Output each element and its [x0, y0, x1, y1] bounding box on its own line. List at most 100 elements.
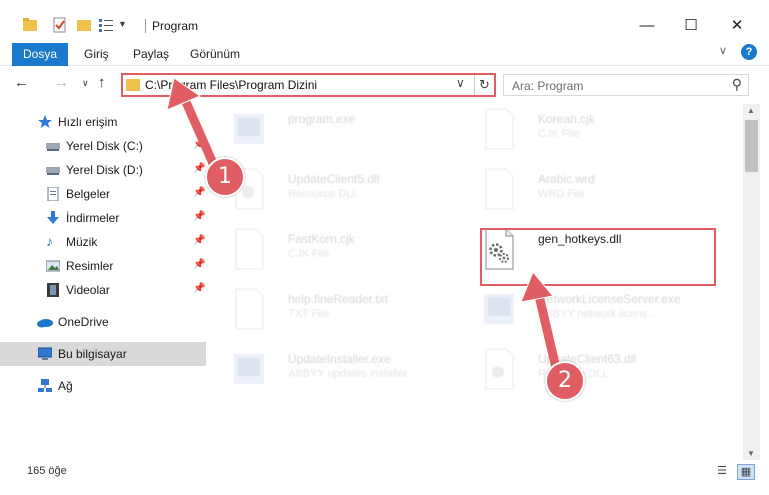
up-arrow-icon[interactable]: ↑ — [98, 74, 106, 91]
pin-icon[interactable]: 📌 — [193, 235, 205, 246]
sidebar-item-network[interactable]: Ağ — [0, 374, 206, 398]
sidebar-item-local-disk-c[interactable]: Yerel Disk (C:) 📌 — [0, 134, 206, 158]
exe-icon — [484, 294, 514, 324]
properties-icon[interactable] — [52, 17, 68, 35]
file-name: NetworkLicenseServer.exe — [538, 292, 681, 306]
ribbon-tabs: Dosya Giriş Paylaş Görünüm — [0, 40, 769, 66]
sidebar-item-label: Videolar — [66, 283, 110, 297]
expand-ribbon-icon[interactable]: ∨ — [719, 44, 727, 57]
dll-icon — [485, 348, 514, 390]
file-item[interactable]: UpdateClient5.dll Resource DLL — [210, 164, 460, 222]
vertical-scrollbar[interactable]: ▲ ▼ — [743, 104, 760, 460]
file-type: TXT File — [288, 308, 330, 320]
pin-icon[interactable]: 📌 — [193, 283, 205, 294]
cloud-icon — [37, 319, 53, 328]
address-path[interactable]: C:\Program Files\Program Dizini — [145, 78, 317, 92]
exe-icon — [234, 354, 264, 384]
file-name: FastKorn.cjk — [288, 232, 355, 246]
customize-toolbar-dropdown[interactable]: ▼ — [118, 19, 127, 37]
new-folder-icon[interactable] — [76, 17, 92, 35]
blank-file-icon — [235, 228, 264, 270]
videos-icon — [47, 283, 59, 297]
search-box[interactable]: Ara: Program ⚲ — [503, 74, 749, 96]
pin-icon[interactable]: 📌 — [193, 187, 205, 198]
file-item[interactable]: UpdateInstaller.exe ABBYY updates instal… — [210, 344, 460, 402]
tab-share[interactable]: Paylaş — [133, 43, 169, 66]
pin-icon[interactable]: 📌 — [193, 163, 205, 174]
pin-icon[interactable]: 📌 — [193, 139, 205, 150]
file-type: CJK File — [288, 248, 330, 260]
network-icon — [38, 379, 52, 392]
maximize-button[interactable]: ☐ — [668, 14, 714, 38]
sidebar-item-quick-access[interactable]: Hızlı erişim — [0, 110, 206, 134]
download-icon — [47, 211, 59, 224]
file-name: Korean.cjk — [538, 112, 595, 126]
view-options-icon[interactable] — [98, 17, 116, 35]
sidebar-item-local-disk-d[interactable]: Yerel Disk (D:) 📌 — [0, 158, 206, 182]
blank-file-icon — [485, 108, 514, 150]
file-item[interactable]: NetworkLicenseServer.exe ABBYY network l… — [460, 284, 710, 342]
sidebar-item-label: Belgeler — [66, 187, 111, 201]
file-type: WRD File — [538, 188, 586, 200]
item-count: 165 öğe — [27, 465, 67, 477]
minimize-button[interactable]: — — [624, 14, 670, 38]
address-dropdown-icon[interactable]: ∨ — [456, 76, 465, 90]
highlight-box — [480, 228, 716, 286]
sidebar-item-videos[interactable]: Videolar 📌 — [0, 278, 206, 302]
recent-locations-chevron-icon[interactable]: ∨ — [82, 78, 89, 89]
sidebar-item-this-pc[interactable]: Bu bilgisayar — [0, 342, 206, 366]
close-button[interactable]: ✕ — [714, 14, 760, 38]
music-icon: ♪ — [46, 233, 53, 249]
file-name: UpdateInstaller.exe — [288, 352, 391, 366]
sidebar-item-label: Yerel Disk (D:) — [66, 163, 143, 177]
forward-arrow-icon[interactable]: → — [54, 74, 69, 91]
sidebar-item-label: Resimler — [66, 259, 114, 273]
scroll-thumb[interactable] — [745, 120, 758, 172]
computer-icon — [38, 347, 52, 360]
star-icon — [38, 115, 52, 128]
step-badge-2: 2 — [545, 361, 585, 401]
sidebar-item-downloads[interactable]: İndirmeler 📌 — [0, 206, 206, 230]
tab-file[interactable]: Dosya — [12, 43, 68, 66]
scroll-up-icon[interactable]: ▲ — [747, 106, 755, 115]
sidebar-item-pictures[interactable]: Resimler 📌 — [0, 254, 206, 278]
folder-icon — [23, 18, 37, 31]
documents-icon — [47, 187, 59, 201]
file-item[interactable]: FastKorn.cjk CJK File — [210, 224, 460, 282]
file-name: program.exe — [288, 112, 356, 126]
pin-icon[interactable]: 📌 — [193, 259, 205, 270]
tiles-view-icon[interactable]: ▦ — [737, 464, 755, 480]
file-item[interactable]: help.fineReader.txt TXT File — [210, 284, 460, 342]
address-bar[interactable]: C:\Program Files\Program Dizini ∨ ↻ — [121, 73, 496, 97]
search-icon[interactable]: ⚲ — [732, 76, 742, 93]
sidebar-item-music[interactable]: ♪ Müzik 📌 — [0, 230, 206, 254]
navigation-bar: ← → ∨ ↑ C:\Program Files\Program Dizini … — [0, 66, 769, 102]
sidebar-item-label: Bu bilgisayar — [58, 347, 127, 361]
file-item[interactable]: program.exe — [210, 104, 460, 162]
details-view-icon[interactable]: ☰ — [713, 464, 731, 480]
tab-home[interactable]: Giriş — [84, 43, 109, 66]
blank-file-icon — [235, 288, 264, 330]
file-name: UpdateClient5.dll — [288, 172, 380, 186]
pictures-icon — [46, 260, 60, 272]
file-name: Arabic.wrd — [538, 172, 595, 186]
tab-view[interactable]: Görünüm — [190, 43, 240, 66]
file-type: ABBYY network licens... — [538, 308, 657, 320]
file-item[interactable]: Arabic.wrd WRD File — [460, 164, 710, 222]
refresh-icon[interactable]: ↻ — [474, 75, 494, 95]
title-separator — [145, 19, 146, 33]
title-bar: ▼ Program — ☐ ✕ — [0, 0, 769, 40]
file-item[interactable]: Korean.cjk CJK File — [460, 104, 710, 162]
file-item[interactable]: UpdateClient63.dll Resource DLL — [460, 344, 710, 402]
drive-icon — [46, 167, 60, 175]
sidebar-item-onedrive[interactable]: OneDrive — [0, 310, 206, 334]
navigation-pane: Hızlı erişim Yerel Disk (C:) 📌 Yerel Dis… — [0, 104, 208, 460]
sidebar-item-label: İndirmeler — [66, 211, 120, 225]
help-icon[interactable]: ? — [741, 44, 757, 60]
file-type: ABBYY updates installer — [288, 368, 408, 380]
scroll-down-icon[interactable]: ▼ — [747, 449, 755, 458]
folder-icon — [126, 79, 140, 91]
sidebar-item-documents[interactable]: Belgeler 📌 — [0, 182, 206, 206]
back-arrow-icon[interactable]: ← — [14, 74, 29, 91]
pin-icon[interactable]: 📌 — [193, 211, 205, 222]
